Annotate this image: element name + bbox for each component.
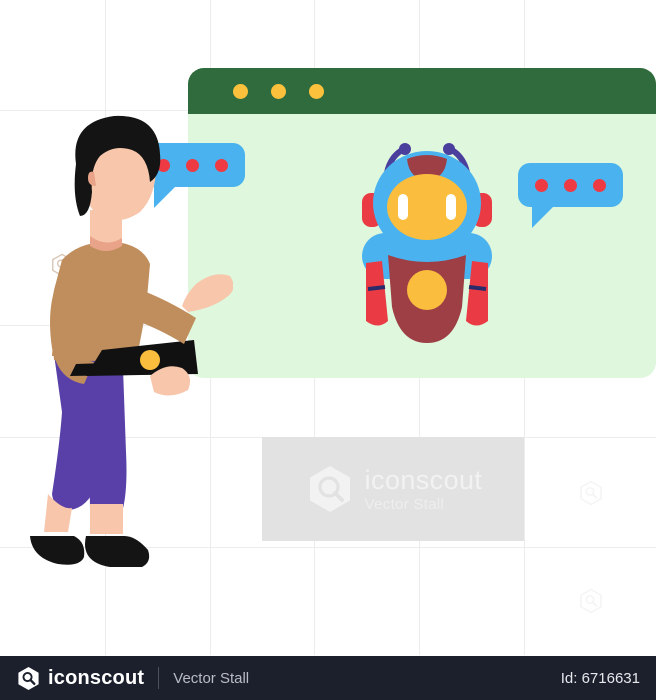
center-watermark: iconscout Vector Stall	[262, 437, 524, 541]
robot-eye-left	[398, 194, 408, 220]
footer-logo: iconscout	[16, 666, 144, 691]
robot-antenna-tip-right	[443, 143, 455, 155]
window-dot-1[interactable]	[233, 84, 248, 99]
watermark-hexagon-icon	[578, 588, 604, 619]
chatbot-window-titlebar	[188, 68, 656, 114]
robot-arm-stripe-right	[468, 285, 487, 291]
robot-antenna-tip-left	[399, 143, 411, 155]
typing-dot-1	[535, 178, 548, 192]
chatbot-robot	[352, 135, 502, 345]
typing-dot-3	[593, 178, 606, 192]
robot-chest-button	[407, 270, 447, 310]
man-ankle-front	[90, 504, 123, 534]
footer-brand: iconscout	[48, 666, 145, 689]
watermark-hexagon-icon	[578, 480, 604, 511]
iconscout-hexagon-icon	[309, 466, 350, 512]
footer-asset-id: Id: 6716631	[560, 669, 640, 687]
footer-divider	[158, 667, 160, 689]
window-dot-2[interactable]	[271, 84, 286, 99]
footer-bar: iconscout Vector Stall Id: 6716631	[0, 656, 656, 700]
window-dot-3[interactable]	[309, 84, 324, 99]
man-shoe-front	[85, 536, 150, 567]
laptop-logo	[140, 350, 160, 370]
right-speech-bubble-tail	[532, 206, 554, 228]
footer-author: Vector Stall	[173, 669, 250, 687]
iconscout-hexagon-icon	[18, 666, 39, 690]
robot-eye-right	[446, 194, 456, 220]
right-speech-bubble-body	[518, 163, 623, 207]
robot-svg	[362, 143, 492, 343]
watermark-brand: iconscout	[364, 464, 483, 495]
man-with-laptop	[18, 112, 234, 582]
watermark-author: Vector Stall	[364, 495, 445, 513]
typing-dot-2	[564, 178, 577, 192]
man-svg	[30, 115, 234, 567]
right-speech-bubble[interactable]	[518, 163, 623, 228]
robot-arm-stripe-left	[367, 285, 386, 291]
illustration-canvas: iconscout Vector Stall iconscout Vector …	[0, 0, 656, 700]
man-shoe-back	[30, 536, 85, 565]
man-hand-raised	[182, 274, 234, 312]
